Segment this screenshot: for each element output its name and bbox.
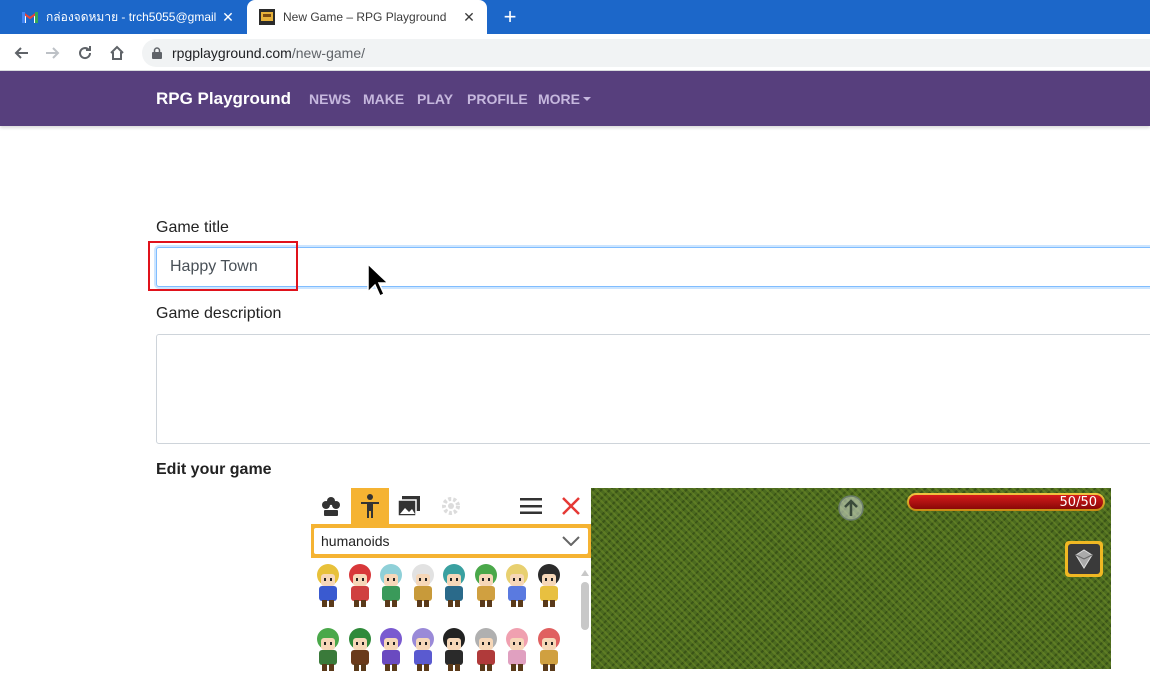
new-tab-button[interactable]: + [498, 5, 522, 29]
tab-title: New Game – RPG Playground [283, 10, 447, 24]
game-title-label: Game title [156, 219, 229, 236]
sprite-thumbnail[interactable] [471, 562, 501, 608]
sprite-thumbnail[interactable] [439, 562, 469, 608]
nav-more-label: MORE [538, 91, 580, 107]
nav-profile[interactable]: PROFILE [467, 91, 528, 107]
menu-icon[interactable] [512, 488, 550, 524]
nav-more[interactable]: MORE [538, 91, 591, 107]
url-path: /new-game/ [291, 45, 366, 61]
hp-bar: 50/50 [907, 493, 1105, 511]
chevron-down-icon [562, 536, 580, 546]
browser-tab-bar: กล่องจดหมาย - trch5055@gmail.co ✕ New Ga… [0, 0, 1150, 34]
home-icon[interactable] [104, 40, 130, 66]
highlight-box [148, 241, 298, 291]
arrow-up-icon[interactable] [838, 495, 864, 526]
plant-icon[interactable] [312, 488, 350, 524]
sprite-thumbnail[interactable] [376, 562, 406, 608]
reload-icon[interactable] [72, 40, 98, 66]
game-description-input[interactable] [156, 334, 1150, 444]
close-tab-icon[interactable]: ✕ [457, 9, 481, 26]
category-value: humanoids [321, 533, 390, 549]
editor-panel: humanoids [311, 488, 591, 672]
sprite-thumbnail[interactable] [376, 626, 406, 672]
sprite-thumbnail[interactable] [313, 562, 343, 608]
sprite-thumbnail[interactable] [534, 562, 564, 608]
site-navbar: RPG Playground NEWS MAKE PLAY PROFILE MO… [0, 71, 1150, 126]
browser-toolbar: rpgplayground.com/new-game/ [0, 34, 1150, 71]
character-icon[interactable] [351, 488, 389, 524]
lock-icon [152, 47, 162, 59]
sprite-scrollbar[interactable] [579, 564, 591, 669]
sprite-thumbnail[interactable] [439, 626, 469, 672]
address-bar[interactable]: rpgplayground.com/new-game/ [142, 39, 1150, 67]
rpg-playground-icon [259, 9, 275, 25]
gmail-icon [22, 9, 38, 25]
sprite-thumbnail[interactable] [345, 626, 375, 672]
sprite-thumbnail[interactable] [313, 626, 343, 672]
sprite-thumbnail[interactable] [502, 562, 532, 608]
sprite-thumbnail[interactable] [502, 626, 532, 672]
url-host: rpgplayground.com [172, 45, 292, 61]
forward-icon[interactable] [40, 40, 66, 66]
edit-game-heading: Edit your game [156, 461, 272, 478]
caret-down-icon [583, 97, 591, 101]
nav-make[interactable]: MAKE [363, 91, 404, 107]
browser-tab-gmail[interactable]: กล่องจดหมาย - trch5055@gmail.co ✕ [10, 0, 246, 34]
tab-title: กล่องจดหมาย - trch5055@gmail.co [46, 9, 216, 24]
sprite-thumbnail[interactable] [345, 562, 375, 608]
mouse-cursor [367, 262, 390, 302]
nav-play[interactable]: PLAY [417, 91, 453, 107]
back-icon[interactable] [8, 40, 34, 66]
sprite-thumbnail[interactable] [534, 626, 564, 672]
sprite-thumbnail[interactable] [408, 626, 438, 672]
game-description-label: Game description [156, 305, 282, 322]
nav-news[interactable]: NEWS [309, 91, 351, 107]
game-title-input[interactable] [156, 247, 1150, 287]
site-brand[interactable]: RPG Playground [156, 89, 291, 109]
gear-icon[interactable] [432, 488, 470, 524]
sprite-thumbnail[interactable] [408, 562, 438, 608]
game-map-canvas[interactable]: 50/50 [591, 488, 1111, 669]
category-select[interactable]: humanoids [311, 524, 591, 558]
inventory-icon [1072, 547, 1096, 571]
hp-text: 50/50 [1059, 494, 1097, 510]
image-icon[interactable] [390, 488, 428, 524]
close-tab-icon[interactable]: ✕ [216, 9, 240, 26]
browser-tab-rpg[interactable]: New Game – RPG Playground ✕ [247, 0, 487, 34]
close-icon[interactable] [552, 488, 590, 524]
sprite-thumbnail[interactable] [471, 626, 501, 672]
inventory-button[interactable] [1065, 541, 1103, 577]
